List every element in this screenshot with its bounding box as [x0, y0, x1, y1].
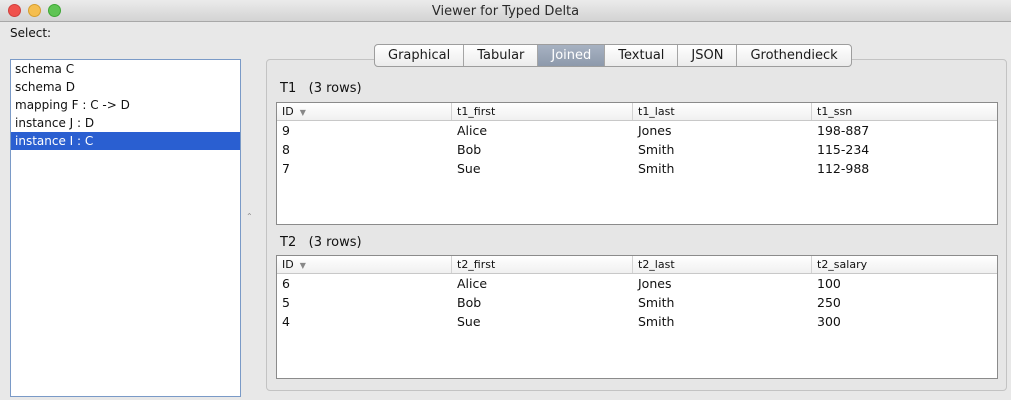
table-cell: Bob — [457, 142, 482, 157]
table-cell: 112-988 — [817, 161, 870, 176]
table-t1[interactable]: ID ▼ t1_first t1_last t1_ssn 9 Alice Jones 198-8… — [276, 102, 998, 225]
column-header[interactable]: t2_last — [633, 256, 812, 273]
table-cell: Sue — [457, 314, 481, 329]
column-header-label: t1_ssn — [817, 105, 853, 118]
table-header: ID ▼ t2_first t2_last t2_salary — [277, 256, 997, 274]
table-t2-heading: T2 (3 rows) — [280, 235, 362, 250]
column-header[interactable]: t1_first — [452, 103, 633, 120]
list-item[interactable]: schema C — [11, 60, 240, 78]
column-header-label: t2_first — [457, 258, 496, 271]
list-item[interactable]: instance I : C — [11, 132, 240, 150]
title-bar: Viewer for Typed Delta — [0, 0, 1011, 22]
table-cell: Jones — [638, 276, 672, 291]
tab-joined[interactable]: Joined — [538, 45, 606, 66]
column-header-label: ID — [282, 105, 294, 118]
table-cell: Smith — [638, 314, 675, 329]
table-cell: Alice — [457, 276, 488, 291]
tab-json[interactable]: JSON — [678, 45, 738, 66]
table-row[interactable]: 7 Sue Smith 112-988 — [277, 159, 997, 178]
table-cell: 100 — [817, 276, 841, 291]
column-header[interactable]: ID ▼ — [277, 103, 452, 120]
table-row[interactable]: 4 Sue Smith 300 — [277, 312, 997, 331]
column-header-label: t1_first — [457, 105, 496, 118]
column-header-label: ID — [282, 258, 294, 271]
table-cell: 6 — [282, 276, 290, 291]
table-header: ID ▼ t1_first t1_last t1_ssn — [277, 103, 997, 121]
column-header-label: t1_last — [638, 105, 675, 118]
column-header[interactable]: t1_ssn — [812, 103, 997, 120]
column-header[interactable]: t2_salary — [812, 256, 997, 273]
table-row[interactable]: 8 Bob Smith 115-234 — [277, 140, 997, 159]
table-row[interactable]: 6 Alice Jones 100 — [277, 274, 997, 293]
table-t2-row-count: (3 rows) — [308, 235, 362, 250]
table-cell: Sue — [457, 161, 481, 176]
table-cell: Smith — [638, 161, 675, 176]
tab-grothendieck[interactable]: Grothendieck — [737, 45, 850, 66]
table-cell: Smith — [638, 295, 675, 310]
table-row[interactable]: 5 Bob Smith 250 — [277, 293, 997, 312]
table-t1-row-count: (3 rows) — [308, 81, 362, 96]
column-header[interactable]: t1_last — [633, 103, 812, 120]
tab-graphical[interactable]: Graphical — [375, 45, 465, 66]
column-header[interactable]: ID ▼ — [277, 256, 452, 273]
window-title: Viewer for Typed Delta — [431, 4, 580, 19]
table-t2[interactable]: ID ▼ t2_first t2_last t2_salary 6 Alice Jones 10… — [276, 255, 998, 379]
tab-tabular[interactable]: Tabular — [464, 45, 539, 66]
table-cell: 8 — [282, 142, 290, 157]
select-label: Select: — [10, 26, 52, 40]
table-cell: 9 — [282, 123, 290, 138]
table-cell: Alice — [457, 123, 488, 138]
table-cell: Bob — [457, 295, 482, 310]
sort-descending-icon[interactable]: ▼ — [300, 108, 306, 117]
table-cell: 300 — [817, 314, 841, 329]
table-cell: 198-887 — [817, 123, 870, 138]
table-cell: 115-234 — [817, 142, 870, 157]
list-item[interactable]: schema D — [11, 78, 240, 96]
table-cell: 7 — [282, 161, 290, 176]
table-cell: 250 — [817, 295, 841, 310]
table-t1-heading: T1 (3 rows) — [280, 81, 362, 96]
list-item[interactable]: instance J : D — [11, 114, 240, 132]
table-cell: 5 — [282, 295, 290, 310]
column-header-label: t2_salary — [817, 258, 868, 271]
table-t2-name: T2 — [280, 235, 297, 250]
table-cell: Smith — [638, 142, 675, 157]
split-pane-divider-grip[interactable]: ⌃ — [246, 213, 253, 221]
column-header-label: t2_last — [638, 258, 675, 271]
list-item[interactable]: mapping F : C -> D — [11, 96, 240, 114]
view-tabs: Graphical Tabular Joined Textual JSON Grothen… — [374, 44, 852, 67]
tab-textual[interactable]: Textual — [605, 45, 679, 66]
table-row[interactable]: 9 Alice Jones 198-887 — [277, 121, 997, 140]
sort-descending-icon[interactable]: ▼ — [300, 261, 306, 270]
item-list[interactable]: schema Cschema Dmapping F : C -> Dinstan… — [10, 59, 241, 397]
column-header[interactable]: t2_first — [452, 256, 633, 273]
table-cell: 4 — [282, 314, 290, 329]
table-cell: Jones — [638, 123, 672, 138]
table-t1-name: T1 — [280, 81, 297, 96]
